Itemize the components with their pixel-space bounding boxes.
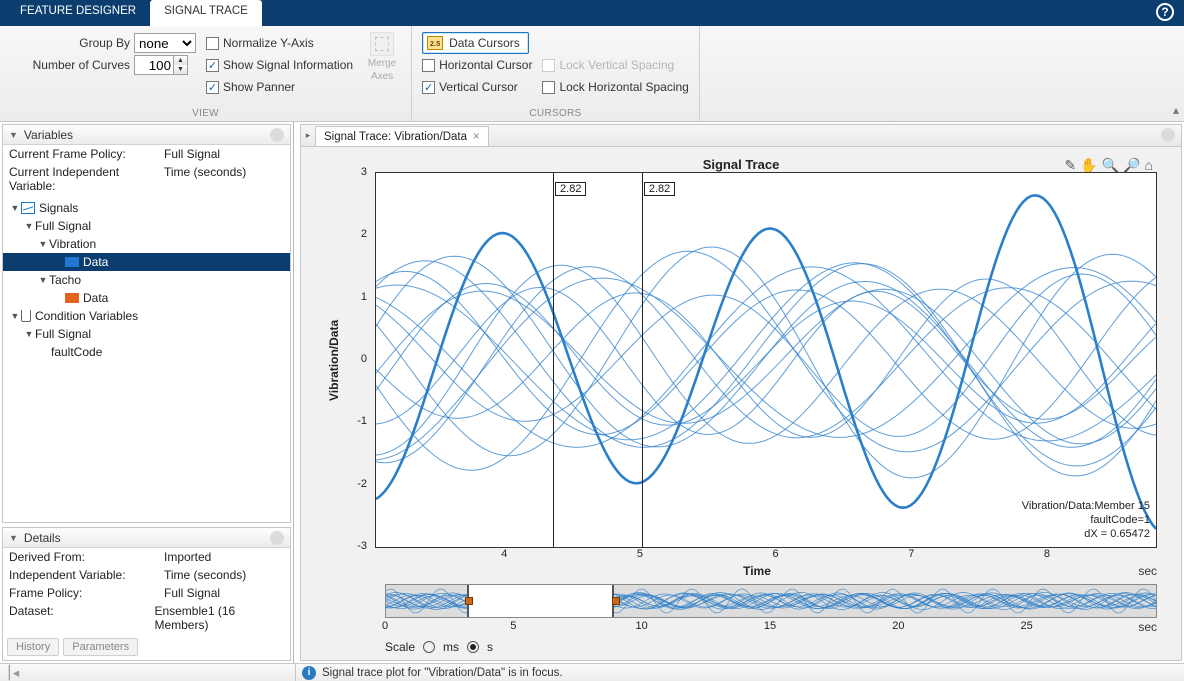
lock-vert-spacing-label: Lock Vertical Spacing <box>559 58 674 72</box>
show-signal-info-checkbox[interactable] <box>206 59 219 72</box>
tab-signal-trace[interactable]: SIGNAL TRACE <box>150 0 262 26</box>
panner[interactable] <box>385 584 1157 618</box>
normalize-y-checkbox[interactable] <box>206 37 219 50</box>
x-axis-unit: sec <box>1138 564 1157 578</box>
cursor-y-value: 2.82 <box>644 182 675 196</box>
x-axis: 87654 Time sec <box>357 548 1157 578</box>
signal-icon <box>21 202 35 214</box>
vertical-cursor-checkbox[interactable] <box>422 81 435 94</box>
panner-x-axis: 2520151050 sec <box>385 620 1157 636</box>
panner-handle-left[interactable] <box>465 597 473 605</box>
scale-s-radio[interactable] <box>467 641 479 653</box>
vertical-cursor-label: Vertical Cursor <box>439 80 518 94</box>
lock-horiz-spacing-label: Lock Horizontal Spacing <box>559 80 688 94</box>
tree-node-faultcode[interactable]: faultCode <box>3 343 290 361</box>
vertical-cursor[interactable] <box>553 173 554 547</box>
panner-unit: sec <box>1138 620 1157 634</box>
doc-gear-icon[interactable] <box>1161 128 1175 142</box>
tab-feature-designer[interactable]: FEATURE DESIGNER <box>6 0 150 26</box>
current-frame-policy-label: Current Frame Policy: <box>9 147 164 161</box>
variables-panel-title: Variables <box>24 128 270 142</box>
panner-window[interactable] <box>467 585 615 617</box>
group-label-view: VIEW <box>10 106 401 119</box>
collapse-toolstrip-icon[interactable]: ▴ <box>1168 26 1184 121</box>
scale-selector: Scale ms s <box>385 640 1157 654</box>
cursor-y-value: 2.82 <box>555 182 586 196</box>
chevron-down-icon[interactable]: ▼ <box>9 533 18 543</box>
data-cursors-icon: 2.5 <box>427 36 443 50</box>
normalize-y-label: Normalize Y-Axis <box>223 36 314 50</box>
num-curves-up[interactable]: ▲ <box>173 56 187 65</box>
plot-title: Signal Trace <box>325 157 1157 172</box>
tree-node-condition-vars[interactable]: ▼Condition Variables <box>3 307 290 325</box>
tree-node-full-signal[interactable]: ▼Full Signal <box>3 217 290 235</box>
show-panner-checkbox[interactable] <box>206 81 219 94</box>
document-area: ▸ Signal Trace: Vibration/Data× Signal T… <box>300 124 1182 661</box>
vertical-cursor[interactable] <box>642 173 643 547</box>
tree-node-tacho[interactable]: ▼Tacho <box>3 271 290 289</box>
tree-node-full-signal-2[interactable]: ▼Full Signal <box>3 325 290 343</box>
group-by-select[interactable]: none <box>134 33 196 53</box>
condition-icon <box>21 310 31 322</box>
horizontal-cursor-label: Horizontal Cursor <box>439 58 532 72</box>
info-icon: i <box>302 666 316 680</box>
scale-label: Scale <box>385 640 415 654</box>
chevron-down-icon[interactable]: ▼ <box>9 130 18 140</box>
scale-ms-radio[interactable] <box>423 641 435 653</box>
lock-horiz-spacing-checkbox[interactable] <box>542 81 555 94</box>
y-axis: -3-2-10123 <box>343 172 371 548</box>
toolstrip: Group By none Number of Curves ▲▼ Normal… <box>0 26 1184 122</box>
y-axis-label: Vibration/Data <box>325 172 343 548</box>
horizontal-cursor-checkbox[interactable] <box>422 59 435 72</box>
tree-node-vibration[interactable]: ▼Vibration <box>3 235 290 253</box>
close-icon[interactable]: × <box>473 131 480 143</box>
chart-canvas[interactable]: Vibration/Data:Member 15 faultCode=1 dX … <box>375 172 1157 548</box>
prev-icon[interactable]: ⎮◂ <box>6 665 19 681</box>
x-axis-label: Time <box>743 564 771 578</box>
variables-gear-icon[interactable] <box>270 128 284 142</box>
tree-node-signals[interactable]: ▼Signals <box>3 199 290 217</box>
show-signal-info-label: Show Signal Information <box>223 58 353 72</box>
tree-node-tacho-data[interactable]: Data <box>3 289 290 307</box>
help-icon[interactable]: ? <box>1156 3 1174 21</box>
details-gear-icon[interactable] <box>270 531 284 545</box>
merge-axes-icon <box>370 32 394 56</box>
signal-info-annotation: Vibration/Data:Member 15 faultCode=1 dX … <box>1022 499 1150 541</box>
panner-handle-right[interactable] <box>612 597 620 605</box>
tree-node-vibration-data[interactable]: Data <box>3 253 290 271</box>
chevron-right-icon[interactable]: ▸ <box>301 125 315 146</box>
parameters-button: Parameters <box>63 638 138 656</box>
status-text: Signal trace plot for "Vibration/Data" i… <box>322 667 563 679</box>
variables-panel: ▼ Variables Current Frame Policy:Full Sig… <box>2 124 291 523</box>
group-label-cursors: CURSORS <box>422 106 689 119</box>
num-curves-down[interactable]: ▼ <box>173 65 187 74</box>
current-frame-policy-value: Full Signal <box>164 147 220 161</box>
details-panel: ▼Details Derived From:Imported Independe… <box>2 527 291 661</box>
group-by-label: Group By <box>10 36 130 50</box>
data-cursors-button[interactable]: 2.5Data Cursors <box>422 32 529 54</box>
history-button: History <box>7 638 59 656</box>
current-iv-label: Current Independent Variable: <box>9 165 164 193</box>
swatch-icon <box>65 293 79 303</box>
variables-tree: ▼Signals ▼Full Signal ▼Vibration Data ▼T… <box>3 195 290 365</box>
status-bar: ⎮◂ i Signal trace plot for "Vibration/Da… <box>0 663 1184 681</box>
show-panner-label: Show Panner <box>223 80 295 94</box>
num-curves-label: Number of Curves <box>10 58 130 72</box>
merge-axes-button: Merge Axes <box>363 32 401 98</box>
lock-vert-spacing-checkbox <box>542 59 555 72</box>
doc-tab-signal-trace[interactable]: Signal Trace: Vibration/Data× <box>315 126 489 146</box>
current-iv-value: Time (seconds) <box>164 165 246 193</box>
swatch-icon <box>65 257 79 267</box>
details-panel-title: Details <box>24 531 270 545</box>
